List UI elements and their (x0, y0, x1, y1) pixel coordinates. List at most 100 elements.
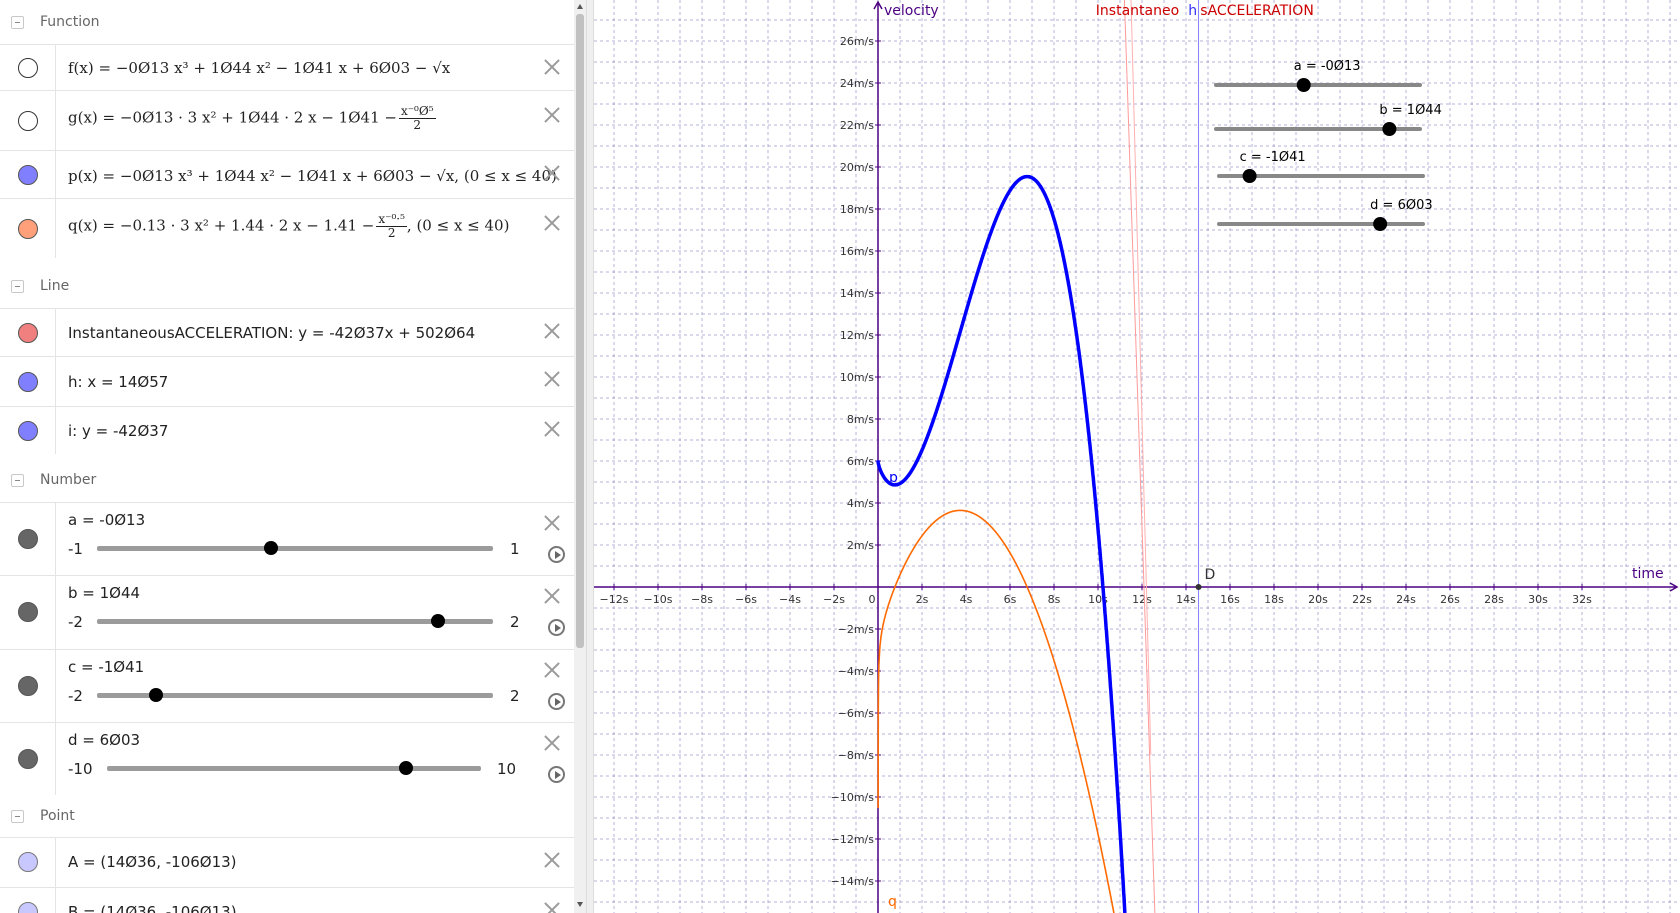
scroll-down-arrow-icon[interactable] (577, 902, 583, 907)
algebra-item-q[interactable]: q(x) = −0.13 · 3 x² + 1.44 · 2 x − 1.41 … (0, 198, 574, 258)
collapse-toggle-icon[interactable] (11, 280, 24, 293)
algebra-view: Function f(x) = −0Ø13 x³ + 1Ø44 x² − 1Ø4… (0, 0, 594, 913)
graphics-view[interactable]: −14s−12s−10s−8s−6s−4s−2s02s4s6s8s10s12s1… (594, 0, 1680, 913)
slider-knob[interactable] (264, 541, 279, 555)
slider-label: a = -0Ø13 (68, 511, 146, 529)
visibility-toggle-icon[interactable] (18, 749, 38, 769)
visibility-toggle-icon[interactable] (18, 529, 38, 549)
algebra-item-instantaneous-acceleration[interactable]: InstantaneousACCELERATION: y = -42Ø37x +… (0, 308, 574, 356)
slider-knob[interactable] (149, 688, 164, 702)
graph-slider-a[interactable]: a = -0Ø13 (1214, 59, 1422, 92)
collapse-toggle-icon[interactable] (11, 16, 24, 29)
slider-track[interactable] (97, 541, 493, 555)
delete-icon[interactable] (542, 321, 562, 341)
slider-knob[interactable] (430, 614, 445, 628)
graph-slider-knob[interactable] (1296, 78, 1311, 92)
algebra-scrollbar[interactable] (574, 0, 586, 913)
y-tick-label: −10m/s (831, 791, 875, 804)
delete-icon[interactable] (542, 586, 562, 606)
delete-icon[interactable] (542, 105, 562, 125)
category-label: Line (40, 278, 70, 294)
delete-icon[interactable] (542, 369, 562, 389)
play-icon[interactable] (548, 619, 565, 636)
x-tick-label: 0 (869, 593, 876, 606)
y-tick-label: 18m/s (840, 203, 874, 216)
algebra-item-p[interactable]: p(x) = −0Ø13 x³ + 1Ø44 x² − 1Ø41 x + 6Ø0… (0, 150, 574, 198)
delete-icon[interactable] (542, 660, 562, 680)
graph-slider-b[interactable]: b = 1Ø44 (1214, 103, 1442, 136)
algebra-item-g[interactable]: g(x) = −0Ø13 · 3 x² + 1Ø44 · 2 x − 1Ø41 … (0, 90, 574, 150)
delete-icon[interactable] (542, 57, 562, 77)
visibility-toggle-icon[interactable] (18, 902, 38, 913)
visibility-toggle-icon[interactable] (18, 852, 38, 872)
graph-slider-knob[interactable] (1382, 122, 1397, 136)
slider-max: 10 (497, 760, 517, 778)
play-icon[interactable] (548, 546, 565, 563)
algebra-item-i[interactable]: i: y = -42Ø37 (0, 406, 574, 454)
graph-slider-d[interactable]: d = 6Ø03 (1217, 198, 1433, 231)
x-tick-label: 22s (1352, 593, 1372, 606)
graph-slider-label: d = 6Ø03 (1370, 198, 1432, 213)
slider-track[interactable] (97, 614, 493, 628)
slider-min: -2 (68, 687, 83, 705)
algebra-item-h[interactable]: h: x = 14Ø57 (0, 356, 574, 406)
visibility-toggle-icon[interactable] (18, 421, 38, 441)
play-icon[interactable] (548, 693, 565, 710)
curve-p-label: p (889, 470, 898, 486)
line-equation: i: y = -42Ø37 (68, 422, 169, 440)
slider-knob[interactable] (399, 761, 414, 775)
x-tick-label: 6s (1004, 593, 1017, 606)
function-name: f(x) (68, 59, 94, 77)
x-tick-label: 20s (1308, 593, 1328, 606)
delete-icon[interactable] (542, 850, 562, 870)
x-tick-label: −4s (779, 593, 801, 606)
delete-icon[interactable] (542, 900, 562, 913)
visibility-toggle-icon[interactable] (18, 323, 38, 343)
delete-icon[interactable] (542, 163, 562, 183)
visibility-toggle-icon[interactable] (18, 165, 38, 185)
acceleration-label-left: Instantaneo (1096, 3, 1179, 19)
point-D-label: D (1205, 567, 1216, 583)
category-point[interactable]: Point (0, 794, 574, 840)
slider-min: -2 (68, 613, 83, 631)
scrollbar-thumb[interactable] (576, 14, 584, 648)
visibility-toggle-icon[interactable] (18, 372, 38, 392)
collapse-toggle-icon[interactable] (11, 474, 24, 487)
visibility-toggle-icon[interactable] (18, 219, 38, 239)
algebra-item-point-a[interactable]: A = (14Ø36, -106Ø13) (0, 837, 574, 887)
graph-slider-knob[interactable] (1242, 169, 1257, 183)
algebra-item-slider-a[interactable]: a = -0Ø13 -1 1 (0, 502, 574, 575)
delete-icon[interactable] (542, 419, 562, 439)
algebra-item-slider-d[interactable]: d = 6Ø03 -10 10 (0, 722, 574, 795)
slider-track[interactable] (97, 688, 493, 702)
slider-track[interactable] (107, 761, 481, 775)
category-number[interactable]: Number (0, 458, 574, 504)
play-icon[interactable] (548, 766, 565, 783)
visibility-toggle-icon[interactable] (18, 676, 38, 696)
x-tick-label: 18s (1264, 593, 1284, 606)
y-axis-label: velocity (884, 3, 939, 19)
algebra-item-slider-b[interactable]: b = 1Ø44 -2 2 (0, 575, 574, 649)
x-tick-label: −8s (691, 593, 713, 606)
algebra-item-point-b[interactable]: B = (14Ø36, -106Ø13) (0, 887, 574, 913)
algebra-item-slider-c[interactable]: c = -1Ø41 -2 2 (0, 649, 574, 722)
delete-icon[interactable] (542, 513, 562, 533)
visibility-toggle-icon[interactable] (18, 58, 38, 78)
visibility-toggle-icon[interactable] (18, 111, 38, 131)
category-line[interactable]: Line (0, 264, 574, 310)
y-tick-label: 26m/s (840, 35, 874, 48)
delete-icon[interactable] (542, 733, 562, 753)
category-function[interactable]: Function (0, 0, 574, 46)
view-divider[interactable] (586, 0, 594, 913)
scroll-up-arrow-icon[interactable] (577, 4, 583, 9)
delete-icon[interactable] (542, 213, 562, 233)
collapse-toggle-icon[interactable] (11, 810, 24, 823)
graph-sliders[interactable]: a = -0Ø13 b = 1Ø44 c = -1Ø41 d = 6Ø03 (1214, 59, 1442, 231)
visibility-toggle-icon[interactable] (18, 602, 38, 622)
x-tick-label: 8s (1048, 593, 1061, 606)
fraction-numerator: x⁻⁰·⁵ (376, 212, 407, 227)
category-label: Number (40, 472, 97, 488)
algebra-item-f[interactable]: f(x) = −0Ø13 x³ + 1Ø44 x² − 1Ø41 x + 6Ø0… (0, 44, 574, 90)
fraction-denominator: 2 (413, 118, 422, 132)
graph-slider-knob[interactable] (1373, 217, 1388, 231)
